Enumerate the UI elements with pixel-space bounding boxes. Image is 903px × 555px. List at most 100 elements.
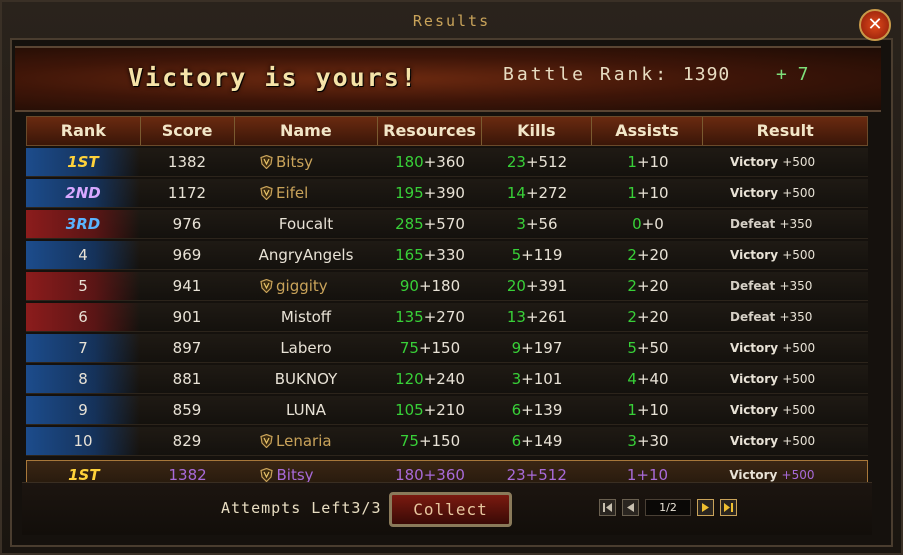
kills-cell: 23+512: [506, 153, 568, 171]
assists-cell: 1+10: [627, 401, 669, 419]
header-resources: Resources: [378, 117, 482, 145]
resources-cell: 120+240: [395, 370, 465, 388]
rank-cell: 2ND: [26, 179, 140, 207]
rank-cell: 5: [26, 272, 140, 300]
name-cell: Bitsy: [234, 148, 378, 176]
first-page-icon: [603, 503, 612, 512]
resources-cell: 75+150: [399, 339, 461, 357]
score-cell: 901: [172, 308, 202, 326]
first-page-button[interactable]: [599, 499, 616, 516]
table-row: 7 897 Labero 75+150 9+197 5+50 Victory +500: [26, 334, 868, 363]
table-row: 6 901 Mistoff 135+270 13+261 2+20 Defeat +350: [26, 303, 868, 332]
assists-cell: 3+30: [627, 432, 669, 450]
table-row: 10 829 Lenaria 75+150 6+149 3+30 Victory +500: [26, 427, 868, 456]
close-icon: ✕: [867, 14, 883, 35]
table-body: 1ST 1382 Bitsy 180+360 23+512 1+10 Victory +50…: [26, 148, 868, 456]
resources-cell: 135+270: [395, 308, 465, 326]
results-table: Rank Score Name Resources Kills Assists …: [26, 116, 868, 490]
attempts-left: Attempts Left3/3: [221, 499, 382, 517]
rank-cell: 8: [26, 365, 140, 393]
name-cell: giggity: [234, 272, 378, 300]
prev-page-button[interactable]: [622, 499, 639, 516]
resources-cell: 285+570: [395, 215, 465, 233]
header-kills: Kills: [482, 117, 592, 145]
header-score: Score: [141, 117, 235, 145]
table-row: 9 859 LUNA 105+210 6+139 1+10 Victory +500: [26, 396, 868, 425]
assists-cell: 2+20: [627, 308, 669, 326]
table-header: Rank Score Name Resources Kills Assists …: [26, 116, 868, 146]
resources-cell: 180+360: [395, 153, 465, 171]
result-cell: Victory +500: [730, 155, 816, 169]
name-cell: Labero: [280, 339, 332, 357]
guild-shield-icon: [260, 468, 274, 482]
result-cell: Victory +500: [730, 186, 816, 200]
result-cell: Victory +500: [730, 372, 816, 386]
kills-cell: 13+261: [506, 308, 568, 326]
victory-text: Victory is yours!: [128, 63, 418, 92]
resources-cell: 195+390: [395, 184, 465, 202]
score-cell: 976: [172, 215, 202, 233]
last-page-button[interactable]: [720, 499, 737, 516]
assists-cell: 5+50: [627, 339, 669, 357]
rank-cell: 9: [26, 396, 140, 424]
window-title: Results: [412, 12, 491, 30]
guild-shield-icon: [260, 279, 273, 293]
table-row: 8 881 BUKNOY 120+240 3+101 4+40 Victory +500: [26, 365, 868, 394]
table-row: 3RD 976 Foucalt 285+570 3+56 0+0 Defeat +350: [26, 210, 868, 239]
next-page-button[interactable]: [697, 499, 714, 516]
battle-rank: Battle Rank: 1390: [503, 64, 730, 85]
attempts-label: Attempts Left: [221, 499, 352, 517]
collect-button[interactable]: Collect: [389, 492, 512, 527]
table-row: 1ST 1382 Bitsy 180+360 23+512 1+10 Victory +50…: [26, 148, 868, 177]
rank-cell: 3RD: [26, 210, 140, 238]
header-rank: Rank: [27, 117, 141, 145]
name-cell: LUNA: [285, 401, 327, 419]
score-cell: 1172: [167, 184, 207, 202]
rank-cell: 10: [26, 427, 140, 455]
score-cell: 969: [172, 246, 202, 264]
last-page-icon: [724, 503, 733, 512]
close-button[interactable]: ✕: [859, 9, 891, 41]
battle-rank-label: Battle Rank:: [503, 64, 670, 85]
resources-cell: 90+180: [399, 277, 461, 295]
assists-cell: 4+40: [627, 370, 669, 388]
rank-cell: 1ST: [26, 148, 140, 176]
score-cell: 897: [172, 339, 202, 357]
rank-cell: 4: [26, 241, 140, 269]
assists-cell: 1+10: [627, 184, 669, 202]
kills-cell: 6+139: [511, 401, 563, 419]
kills-cell: 5+119: [511, 246, 563, 264]
rank-change: + 7: [776, 64, 809, 85]
page-indicator: 1/2: [645, 499, 691, 516]
table-row: 2ND 1172 Eifel 195+390 14+272 1+10 Victory +50…: [26, 179, 868, 208]
result-cell: Defeat +350: [730, 217, 813, 231]
name-cell: Lenaria: [234, 427, 378, 455]
assists-cell: 2+20: [627, 246, 669, 264]
battle-rank-value: 1390: [682, 64, 731, 85]
guild-shield-icon: [260, 155, 273, 169]
kills-cell: 20+391: [506, 277, 568, 295]
name-cell: Mistoff: [280, 308, 332, 326]
prev-page-icon: [627, 503, 634, 512]
assists-cell: 0+0: [632, 215, 664, 233]
resources-cell: 165+330: [395, 246, 465, 264]
kills-cell: 9+197: [511, 339, 563, 357]
rank-cell: 7: [26, 334, 140, 362]
header-name: Name: [235, 117, 379, 145]
result-cell: Victory +500: [730, 248, 816, 262]
score-cell: 881: [172, 370, 202, 388]
next-page-icon: [702, 503, 709, 512]
name-cell: BUKNOY: [274, 370, 338, 388]
assists-cell: 1+10: [627, 153, 669, 171]
result-cell: Victory +500: [730, 403, 816, 417]
table-row: 5 941 giggity 90+180 20+391 2+20 Defeat +350: [26, 272, 868, 301]
guild-shield-icon: [260, 186, 273, 200]
name-cell: Foucalt: [278, 215, 334, 233]
kills-cell: 14+272: [506, 184, 568, 202]
guild-shield-icon: [260, 434, 273, 448]
result-cell: Victory +500: [730, 341, 816, 355]
score-cell: 1382: [167, 153, 207, 171]
score-cell: 829: [172, 432, 202, 450]
attempts-value: 3/3: [351, 499, 382, 517]
assists-cell: 2+20: [627, 277, 669, 295]
